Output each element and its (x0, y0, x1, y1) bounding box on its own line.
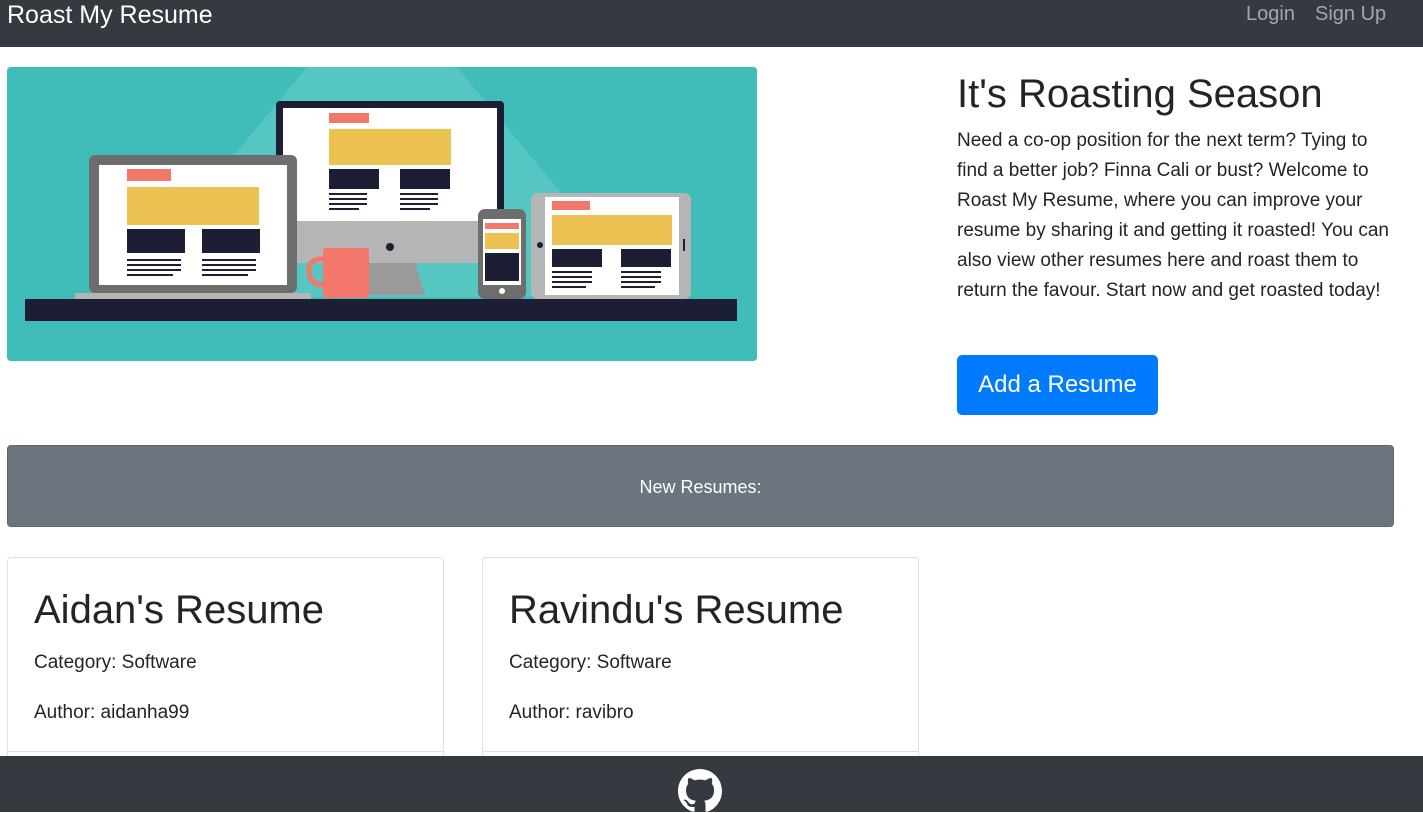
resume-card[interactable]: Aidan's Resume Category: Software Author… (7, 557, 444, 787)
brand-link[interactable]: Roast My Resume (7, 1, 213, 29)
resume-card-category: Category: Software (34, 652, 197, 673)
hero-lead-text: Need a co-op position for the next term?… (957, 130, 1389, 301)
resume-card[interactable]: Ravindu's Resume Category: Software Auth… (482, 557, 919, 787)
new-resumes-banner: New Resumes: (7, 445, 1394, 527)
resume-card-category: Category: Software (509, 652, 672, 673)
navbar: Roast My Resume Login Sign Up (0, 0, 1423, 47)
sign-up-link[interactable]: Sign Up (1315, 2, 1386, 26)
hero-title: It's Roasting Season (957, 72, 1323, 116)
footer (0, 756, 1423, 812)
resume-card-title[interactable]: Ravindu's Resume (509, 586, 843, 634)
login-link[interactable]: Login (1246, 2, 1295, 26)
card-footer-divider (8, 751, 443, 752)
devices-illustration-icon (7, 67, 757, 361)
resume-card-title[interactable]: Aidan's Resume (34, 586, 324, 634)
github-icon[interactable] (678, 769, 722, 813)
hero-devices-illustration (7, 67, 757, 361)
add-resume-button[interactable]: Add a Resume (957, 355, 1158, 415)
resume-card-author: Author: aidanha99 (34, 702, 190, 723)
resume-card-author: Author: ravibro (509, 702, 634, 723)
card-footer-divider (483, 751, 918, 752)
